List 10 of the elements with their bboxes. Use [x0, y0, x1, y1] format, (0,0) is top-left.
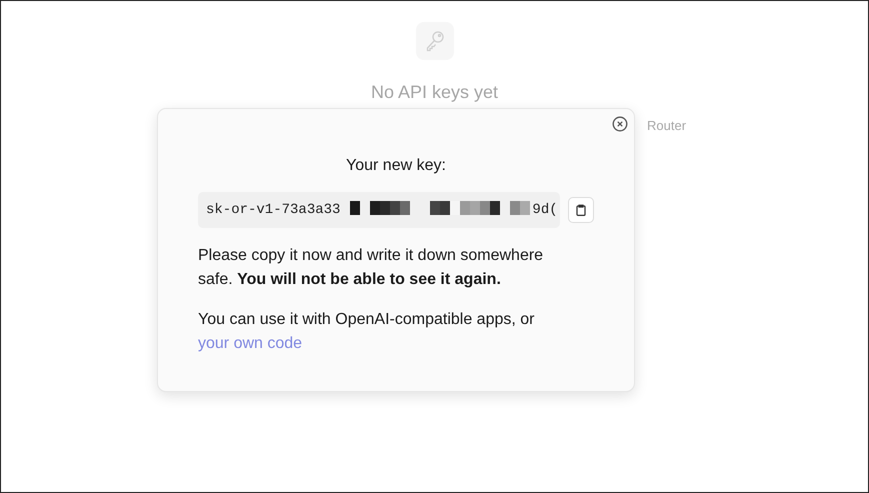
dialog-heading: Your new key: — [345, 157, 447, 175]
empty-state-title: No API keys yet — [370, 82, 498, 103]
close-icon[interactable] — [612, 116, 628, 132]
api-key-field[interactable]: sk-or-v1-73a3a33 9d( — [198, 192, 560, 228]
clipboard-icon — [576, 204, 586, 216]
empty-state-subtitle: Router — [647, 118, 686, 133]
warning-text: Please copy it now and write it down somewhere safe. You will not be able to see it again. — [198, 246, 544, 290]
copy-button[interactable] — [568, 197, 594, 223]
key-icon — [424, 30, 444, 52]
usage-text: You can use it with OpenAI-compatible apps, or your own code — [198, 310, 536, 354]
